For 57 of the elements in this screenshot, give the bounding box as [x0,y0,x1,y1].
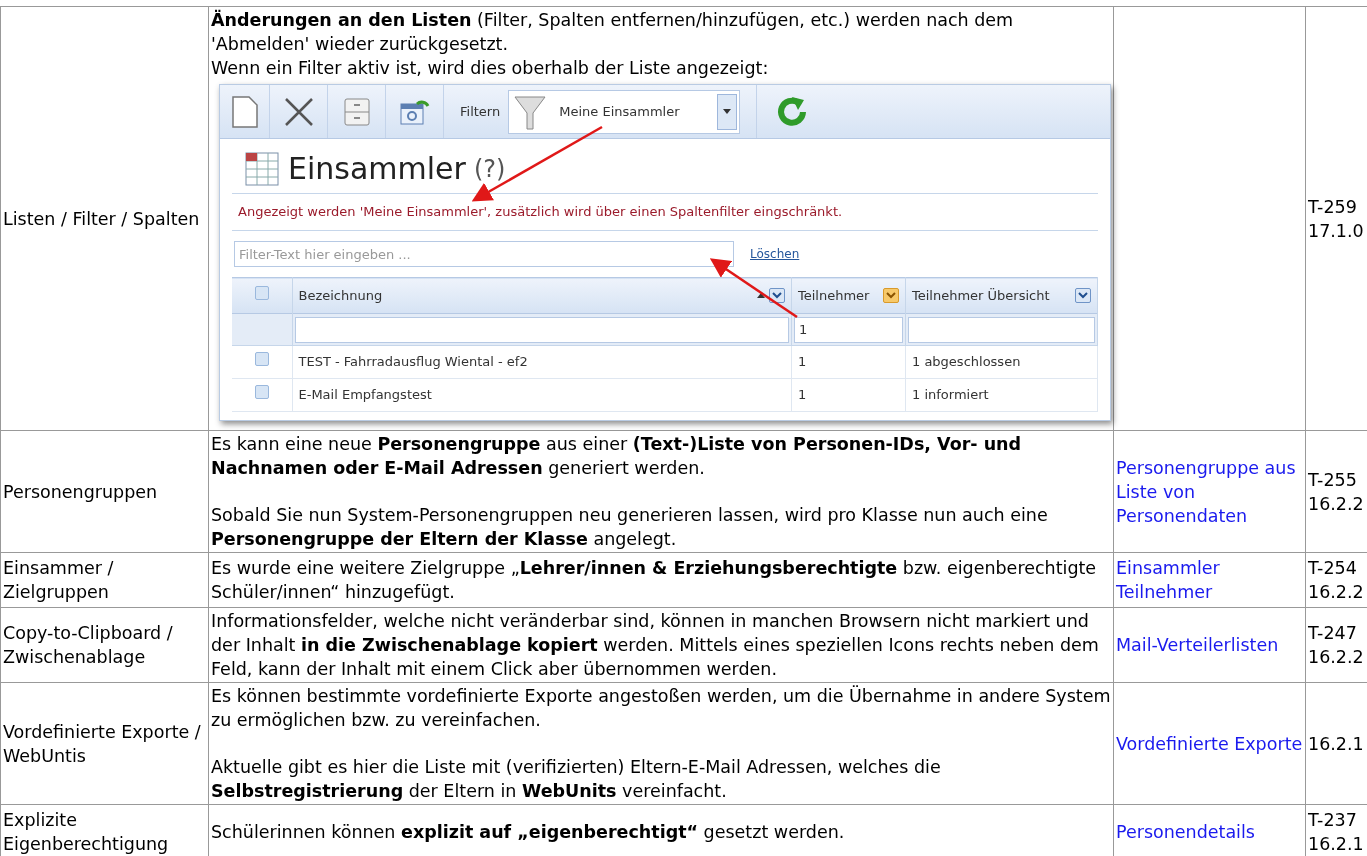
caret-down-icon [772,292,782,299]
topic-cell: Vordefinierte Exporte / WebUntis [3,721,201,766]
description-text: Es wurde eine weitere Zielgruppe „Lehrer/innen & Erziehungsberechtigte bzw. eigenberechtigte Schüler/innen“ hinzugefügt. [211,557,1098,604]
topic-cell: Einsammer / Zielgruppen [3,558,114,602]
topic-cell: Copy-to-Clipboard / Zwischenablage [3,623,173,667]
column-filter-field[interactable] [908,316,1095,343]
checkbox[interactable] [254,352,269,366]
caret-down-icon [1078,292,1088,299]
column-filter-field[interactable] [294,316,789,343]
ticket-id: T-247 [1308,622,1358,645]
table-cell: 1 [791,378,906,412]
column-menu-button[interactable] [883,288,899,303]
checkbox[interactable] [254,285,269,300]
filter-notice: Angezeigt werden 'Meine Einsammler', zusätzlich wird über einen Spaltenfilter eingschränkt. [232,193,1098,231]
table-cell: TEST - Fahrradausflug Wiental - ef2 [292,345,792,379]
checkbox[interactable] [254,385,269,399]
description-text: Wenn ein Filter aktiv ist, wird dies oberhalb der Liste angezeigt: [211,57,770,80]
doc-link[interactable]: Vordefinierte Exporte [1116,731,1303,756]
description-text: Sobald Sie nun System-Personengruppen neu generieren lassen, wird pro Klasse nun auch eine Personengruppe der Eltern der Klasse angelegt. [211,504,1049,551]
caret-down-icon [886,292,896,299]
column-filter-field[interactable]: 1 [794,316,903,343]
filter-dropdown[interactable]: Meine Einsammler [508,89,741,134]
clear-link[interactable]: Löschen [750,242,800,266]
page-title: Einsammler [288,157,466,181]
help-link[interactable]: (?) [473,157,506,181]
table-cell: 1 [791,345,906,379]
topic-cell: Explizite Eigenberechtigung [3,810,169,854]
topic-cell: Personengruppen [3,481,158,502]
version-number: 16.2.2 [1308,646,1365,669]
version-number: 17.1.0 [1308,219,1365,243]
version-number: 16.2.2 [1308,581,1365,604]
description-text: Schülerinnen können explizit auf „eigenberechtigt“ gesetzt werden. [211,821,846,844]
table-cell: E-Mail Empfangstest [292,378,792,412]
sort-up-icon [757,293,765,298]
table-cell: 1 informiert [905,378,1098,412]
ticket-id: T-255 [1308,468,1358,492]
version-number: 16.2.2 [1308,492,1365,516]
column-header[interactable]: Teilnehmer Übersicht [912,283,1071,308]
description-text: Es kann eine neue Personengruppe aus einer (Text-)Liste von Personen-IDs, Vor- und Nachnamen oder E-Mail Adressen generiert werden. [211,433,1023,480]
description-text: Es können bestimmte vordefinierte Exporte angestoßen werden, um die Übernahme in andere System zu ermöglichen bzw. zu vereinfachen. [211,684,1111,732]
search-field[interactable]: Filter-Text hier eingeben ... [234,241,734,267]
version-number: 16.2.1 [1308,833,1365,856]
table-cell: 1 abgeschlossen [905,345,1098,379]
description-text: Aktuelle gibt es hier die Liste mit (verifizierten) Eltern-E-Mail Adressen, welches die Selbstregistrierung der Eltern in WebUnits vereinfacht. [211,756,942,803]
ticket-id: T-254 [1308,557,1358,580]
version-number: 16.2.1 [1308,732,1365,756]
description-text: Änderungen an den Listen (Filter, Spalten entfernen/hinzufügen, etc.) werden nach dem 'Abmelden' wieder zurückgesetzt. [211,8,1015,56]
ticket-id: T-259 [1308,195,1358,219]
table-icon [244,151,280,187]
filter-label: Filtern [460,102,501,121]
column-menu-button[interactable] [1075,288,1091,303]
topic-cell: Listen / Filter / Spalten [3,208,200,229]
ticket-id: T-237 [1308,809,1358,832]
dropdown-caret-icon[interactable] [717,93,738,130]
description-text: Informationsfelder, welche nicht veränderbar sind, können in manchen Browsern nicht markiert und der Inhalt in die Zwischenablage kopiert werden. Mittels eines speziellen Icons rechts neben dem Feld, kann der Inhalt mit einem Click aber übernommen werden. [211,610,1100,681]
column-header[interactable]: Bezeichnung [298,283,753,308]
column-header[interactable]: Teilnehmer [798,283,879,308]
